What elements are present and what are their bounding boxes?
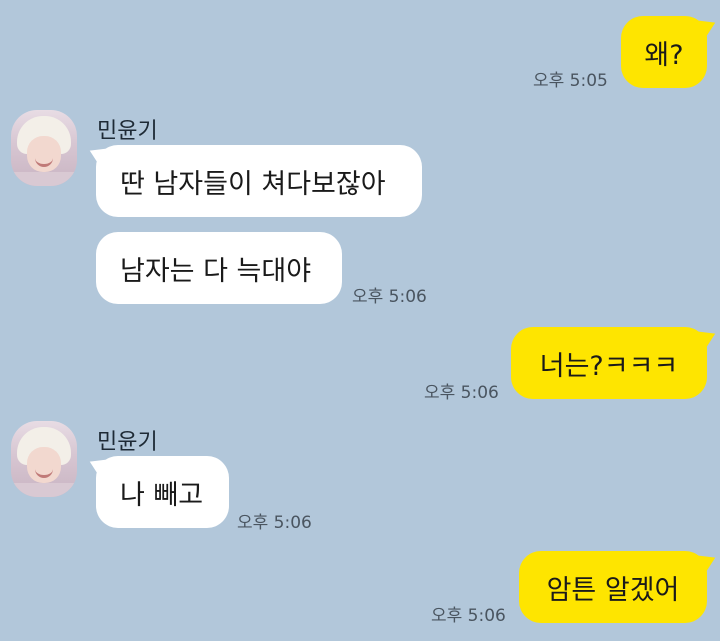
avatar[interactable] — [11, 110, 77, 186]
message-timestamp: 오후 5:06 — [431, 606, 506, 626]
avatar[interactable] — [11, 421, 77, 497]
their-message-bubble[interactable]: 딴 남자들이 쳐다보잖아 — [96, 145, 422, 217]
message-timestamp: 오후 5:06 — [237, 513, 312, 533]
message-text: 암튼 알겠어 — [546, 574, 680, 606]
message-text: 왜? — [644, 39, 684, 71]
their-message-bubble[interactable]: 나 빼고 — [96, 456, 229, 528]
message-text: 남자는 다 늑대야 — [120, 255, 312, 287]
message-timestamp: 오후 5:06 — [352, 287, 427, 307]
sender-name: 민윤기 — [97, 430, 158, 455]
my-message-bubble[interactable]: 너는?ㅋㅋㅋ — [511, 327, 707, 399]
my-message-bubble[interactable]: 암튼 알겠어 — [519, 551, 707, 623]
sender-name: 민윤기 — [97, 119, 158, 144]
message-text: 딴 남자들이 쳐다보잖아 — [120, 168, 386, 200]
message-timestamp: 오후 5:06 — [424, 383, 499, 403]
message-timestamp: 오후 5:05 — [533, 71, 608, 91]
message-text: 나 빼고 — [120, 479, 204, 511]
their-message-bubble[interactable]: 남자는 다 늑대야 — [96, 232, 342, 304]
message-text: 너는?ㅋㅋㅋ — [539, 350, 679, 382]
my-message-bubble[interactable]: 왜? — [621, 16, 707, 88]
